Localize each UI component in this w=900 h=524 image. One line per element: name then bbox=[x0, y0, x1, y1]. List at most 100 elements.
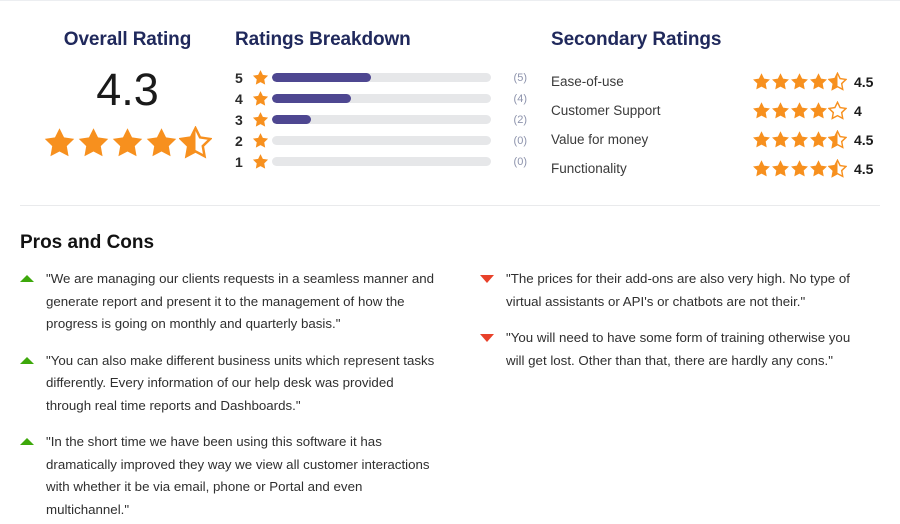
ratings-breakdown-title: Ratings Breakdown bbox=[235, 29, 411, 50]
triangle-up-icon-wrap bbox=[20, 431, 46, 521]
triangle-up-icon bbox=[20, 356, 34, 364]
triangle-down-icon bbox=[480, 334, 494, 342]
star-half-icon bbox=[179, 126, 212, 159]
secondary-ratings-column: Secondary Ratings Ease-of-use 4.5 Custom… bbox=[527, 29, 880, 183]
breakdown-star-number: 1 bbox=[235, 153, 243, 170]
breakdown-count: (0) bbox=[513, 134, 527, 147]
ratings-breakdown-row[interactable]: 1 (0) bbox=[235, 151, 527, 172]
star-half-icon bbox=[828, 130, 847, 149]
ratings-breakdown-row[interactable]: 3 (2) bbox=[235, 109, 527, 130]
con-item-text: "You will need to have some form of trai… bbox=[506, 330, 851, 368]
breakdown-count: (2) bbox=[513, 113, 527, 126]
star-icon bbox=[771, 72, 790, 91]
star-icon bbox=[145, 126, 178, 159]
ratings-breakdown-row[interactable]: 2 (0) bbox=[235, 130, 527, 151]
triangle-down-icon bbox=[480, 275, 494, 283]
star-icon bbox=[790, 101, 809, 120]
star-icon bbox=[752, 130, 771, 149]
breakdown-star-icon-wrap bbox=[248, 90, 272, 107]
secondary-rating-label: Functionality bbox=[551, 161, 627, 176]
breakdown-bar-track bbox=[272, 157, 491, 166]
breakdown-bar-track bbox=[272, 115, 491, 124]
star-icon bbox=[252, 69, 269, 86]
triangle-up-icon bbox=[20, 275, 34, 282]
secondary-rating-stars bbox=[752, 159, 847, 178]
pro-item: "You can also make different business un… bbox=[20, 350, 450, 418]
secondary-rating-row: Customer Support 4 bbox=[551, 96, 880, 125]
triangle-down-icon-wrap bbox=[480, 327, 506, 372]
breakdown-bar-track bbox=[272, 94, 491, 103]
star-icon bbox=[790, 72, 809, 91]
star-icon bbox=[77, 126, 110, 159]
secondary-rating-stars bbox=[752, 101, 847, 120]
pro-item: "In the short time we have been using th… bbox=[20, 431, 450, 521]
star-icon bbox=[252, 90, 269, 107]
con-item: "You will need to have some form of trai… bbox=[480, 327, 880, 372]
ratings-breakdown-row[interactable]: 4 (4) bbox=[235, 88, 527, 109]
triangle-up-icon-wrap bbox=[20, 268, 46, 336]
triangle-down-icon-wrap bbox=[480, 268, 506, 313]
breakdown-bar-fill bbox=[272, 73, 371, 82]
secondary-rating-row: Value for money 4.5 bbox=[551, 125, 880, 154]
breakdown-count: (5) bbox=[513, 71, 527, 84]
star-icon bbox=[809, 72, 828, 91]
ratings-breakdown-row[interactable]: 5 (5) bbox=[235, 67, 527, 88]
pros-and-cons-title: Pros and Cons bbox=[20, 232, 155, 253]
secondary-rating-label: Value for money bbox=[551, 132, 649, 147]
star-icon bbox=[111, 126, 144, 159]
ratings-breakdown-list: 5 (5) 4 (4) 3 (2) 2 (0) 1 (0) bbox=[235, 67, 527, 172]
breakdown-star-icon-wrap bbox=[248, 69, 272, 86]
secondary-rating-value: 4.5 bbox=[854, 160, 874, 177]
star-icon bbox=[752, 101, 771, 120]
star-icon bbox=[752, 72, 771, 91]
star-icon bbox=[771, 130, 790, 149]
overall-rating-column: Overall Rating 4.3 bbox=[20, 29, 235, 183]
ratings-breakdown-column: Ratings Breakdown 5 (5) 4 (4) 3 (2) 2 (0… bbox=[235, 29, 527, 183]
secondary-rating-row: Functionality 4.5 bbox=[551, 154, 880, 183]
overall-rating-stars bbox=[20, 126, 235, 159]
breakdown-bar-fill bbox=[272, 115, 312, 124]
star-half-icon bbox=[828, 72, 847, 91]
star-icon bbox=[771, 101, 790, 120]
secondary-rating-stars bbox=[752, 72, 847, 91]
star-icon bbox=[809, 159, 828, 178]
star-icon bbox=[809, 101, 828, 120]
star-icon bbox=[771, 159, 790, 178]
con-item-text: "The prices for their add-ons are also v… bbox=[506, 271, 850, 309]
breakdown-count: (4) bbox=[513, 92, 527, 105]
ratings-summary-area: Overall Rating 4.3 Ratings Breakdown 5 (… bbox=[0, 1, 900, 183]
star-icon bbox=[809, 130, 828, 149]
triangle-up-icon-wrap bbox=[20, 350, 46, 418]
pro-item-text: "In the short time we have been using th… bbox=[46, 434, 430, 517]
breakdown-star-icon-wrap bbox=[248, 153, 272, 170]
con-item: "The prices for their add-ons are also v… bbox=[480, 268, 880, 313]
star-icon bbox=[790, 130, 809, 149]
star-icon bbox=[252, 132, 269, 149]
secondary-rating-stars bbox=[752, 130, 847, 149]
pro-item: "We are managing our clients requests in… bbox=[20, 268, 450, 336]
breakdown-star-icon-wrap bbox=[248, 111, 272, 128]
breakdown-star-number: 3 bbox=[235, 111, 243, 128]
triangle-up-icon bbox=[20, 438, 34, 445]
star-outline-icon bbox=[828, 101, 847, 120]
pros-column: "We are managing our clients requests in… bbox=[20, 268, 450, 524]
secondary-rating-value: 4 bbox=[854, 102, 862, 119]
secondary-ratings-list: Ease-of-use 4.5 Customer Support 4 Value… bbox=[551, 67, 880, 183]
pros-and-cons-columns: "We are managing our clients requests in… bbox=[20, 268, 880, 524]
breakdown-star-icon-wrap bbox=[248, 132, 272, 149]
secondary-rating-label: Customer Support bbox=[551, 103, 661, 118]
cons-column: "The prices for their add-ons are also v… bbox=[450, 268, 880, 524]
star-icon bbox=[252, 111, 269, 128]
breakdown-bar-fill bbox=[272, 94, 351, 103]
pro-item-text: "We are managing our clients requests in… bbox=[46, 271, 435, 331]
secondary-rating-label: Ease-of-use bbox=[551, 74, 624, 89]
star-icon bbox=[752, 159, 771, 178]
breakdown-star-number: 2 bbox=[235, 132, 243, 149]
star-icon bbox=[790, 159, 809, 178]
breakdown-count: (0) bbox=[513, 155, 527, 168]
secondary-rating-value: 4.5 bbox=[854, 73, 874, 90]
overall-rating-score: 4.3 bbox=[96, 64, 159, 115]
breakdown-star-number: 5 bbox=[235, 69, 243, 86]
breakdown-bar-track bbox=[272, 136, 491, 145]
star-icon bbox=[43, 126, 76, 159]
